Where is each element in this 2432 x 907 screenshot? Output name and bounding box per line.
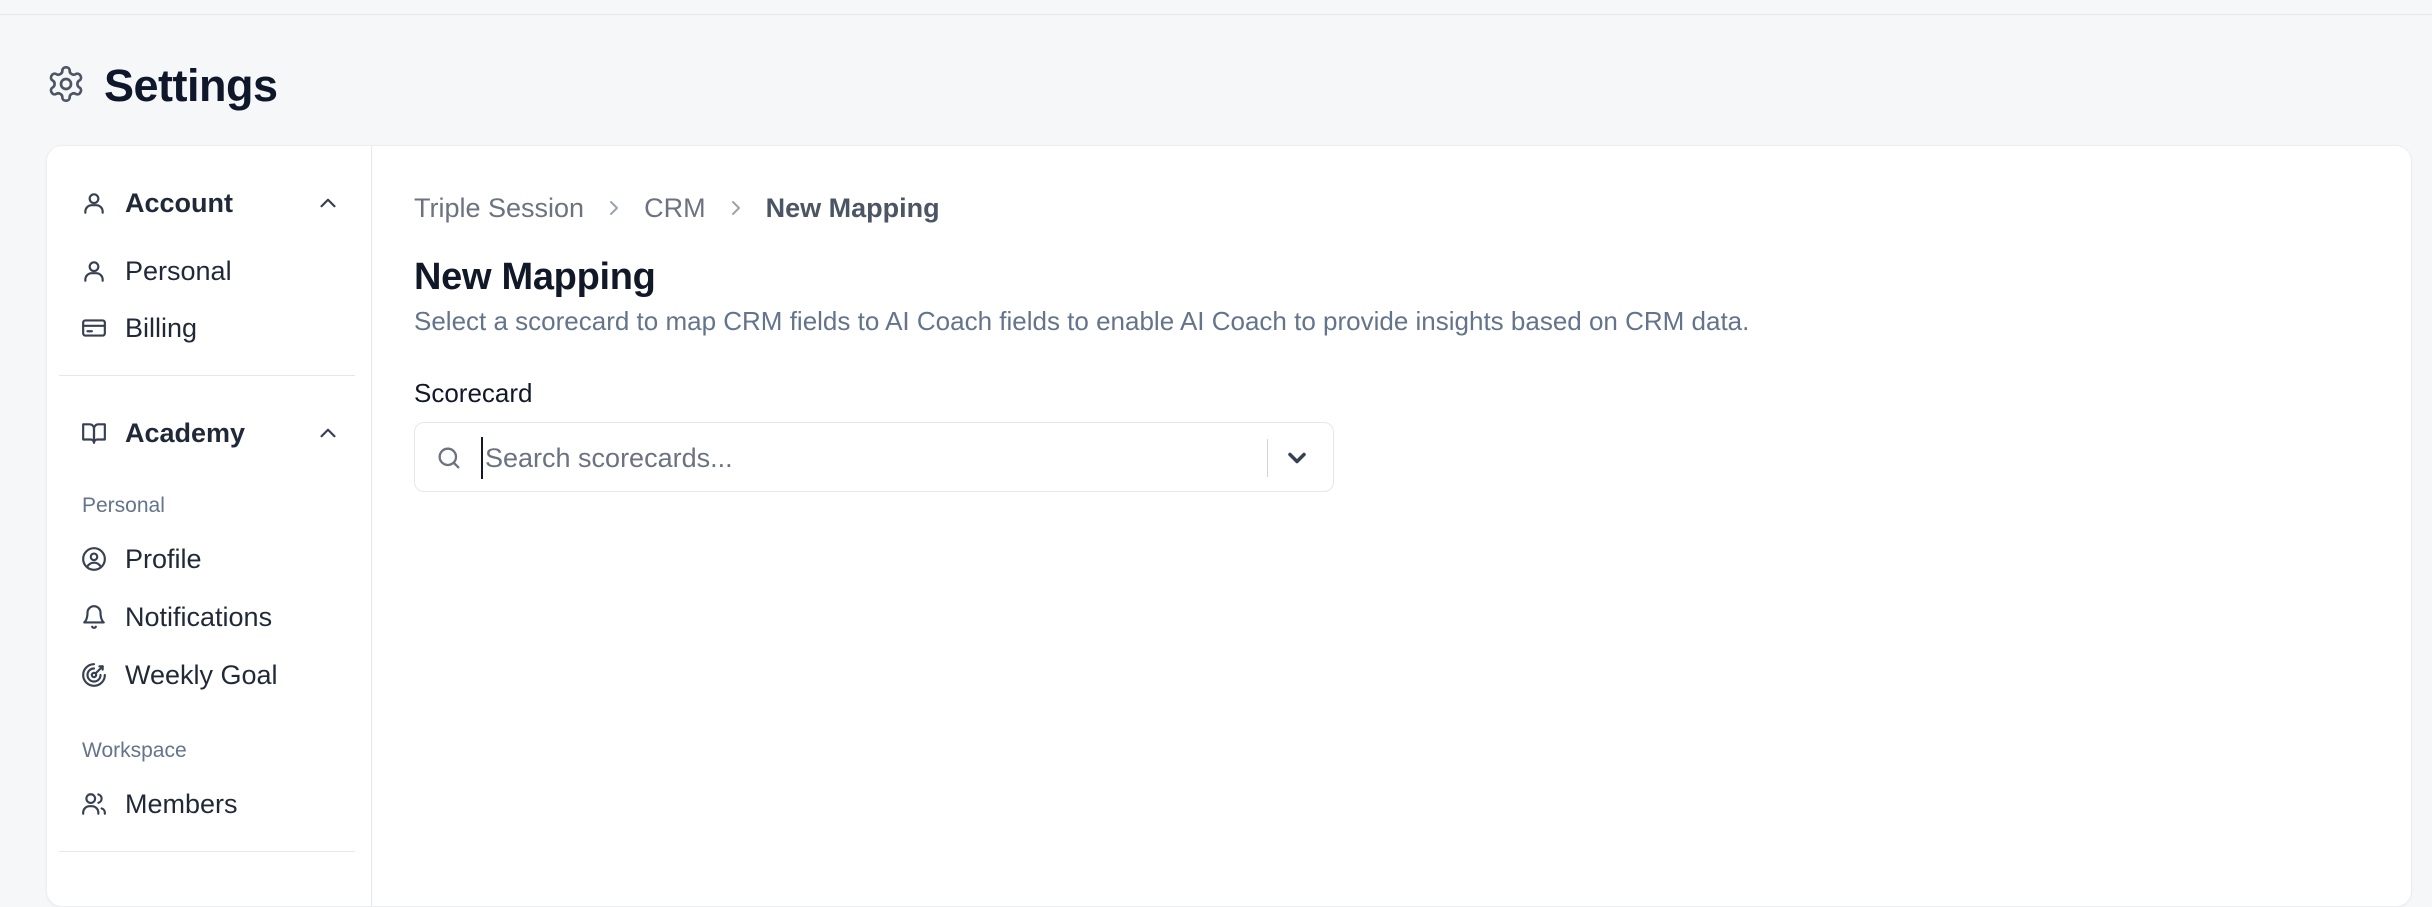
page-title: Settings: [104, 60, 278, 111]
breadcrumb: Triple Session CRM New Mapping: [414, 188, 940, 228]
sidebar-item-personal[interactable]: Personal: [81, 249, 341, 293]
sidebar-item-label: Profile: [125, 543, 202, 574]
sidebar-section-label: Academy: [125, 417, 246, 448]
sidebar-item-label: Notifications: [125, 601, 273, 632]
target-icon: [81, 662, 107, 688]
search-icon: [435, 444, 463, 472]
chevron-down-icon[interactable]: [1283, 444, 1311, 472]
gear-icon: [46, 64, 86, 109]
bell-icon: [81, 604, 107, 630]
sidebar-divider: [59, 375, 355, 376]
user-icon: [81, 190, 107, 216]
settings-card: Account Personal Billing Academy Persona…: [46, 145, 2412, 907]
chevron-right-icon: [602, 196, 626, 220]
sidebar-section-account[interactable]: Account: [81, 183, 341, 223]
book-open-icon: [81, 420, 107, 446]
user-circle-icon: [81, 546, 107, 572]
sidebar-item-billing[interactable]: Billing: [81, 306, 341, 350]
scorecard-label: Scorecard: [414, 378, 533, 408]
scorecard-combobox[interactable]: [414, 422, 1334, 492]
content-description: Select a scorecard to map CRM fields to …: [414, 306, 1750, 336]
sidebar-item-profile[interactable]: Profile: [81, 537, 341, 581]
chevron-up-icon[interactable]: [315, 190, 341, 216]
page-header: Settings: [46, 60, 278, 112]
top-bar: [0, 0, 2432, 15]
sidebar-item-label: Personal: [125, 255, 232, 286]
breadcrumb-item-crm[interactable]: CRM: [644, 193, 706, 224]
sidebar-item-notifications[interactable]: Notifications: [81, 595, 341, 639]
user-icon: [81, 258, 107, 284]
sidebar-divider: [59, 851, 355, 852]
sidebar-section-label: Account: [125, 187, 233, 218]
chevron-up-icon[interactable]: [315, 420, 341, 446]
settings-sidebar: Account Personal Billing Academy Persona…: [47, 146, 372, 906]
select-separator: [1267, 439, 1268, 477]
sidebar-item-label: Billing: [125, 312, 198, 343]
users-icon: [81, 791, 107, 817]
breadcrumb-item-current: New Mapping: [765, 192, 940, 223]
breadcrumb-item-triple-session[interactable]: Triple Session: [414, 193, 584, 224]
sidebar-item-members[interactable]: Members: [81, 782, 341, 826]
sidebar-group-label: Workspace: [82, 739, 187, 762]
sidebar-item-weekly-goal[interactable]: Weekly Goal: [81, 653, 341, 697]
sidebar-item-label: Weekly Goal: [125, 659, 278, 690]
content-heading: New Mapping: [414, 256, 656, 298]
sidebar-group-label: Personal: [82, 494, 165, 517]
chevron-right-icon: [724, 196, 748, 220]
sidebar-section-academy[interactable]: Academy: [81, 413, 341, 453]
sidebar-item-label: Members: [125, 788, 238, 819]
scorecard-search-input[interactable]: [481, 437, 1265, 479]
credit-card-icon: [81, 315, 107, 341]
